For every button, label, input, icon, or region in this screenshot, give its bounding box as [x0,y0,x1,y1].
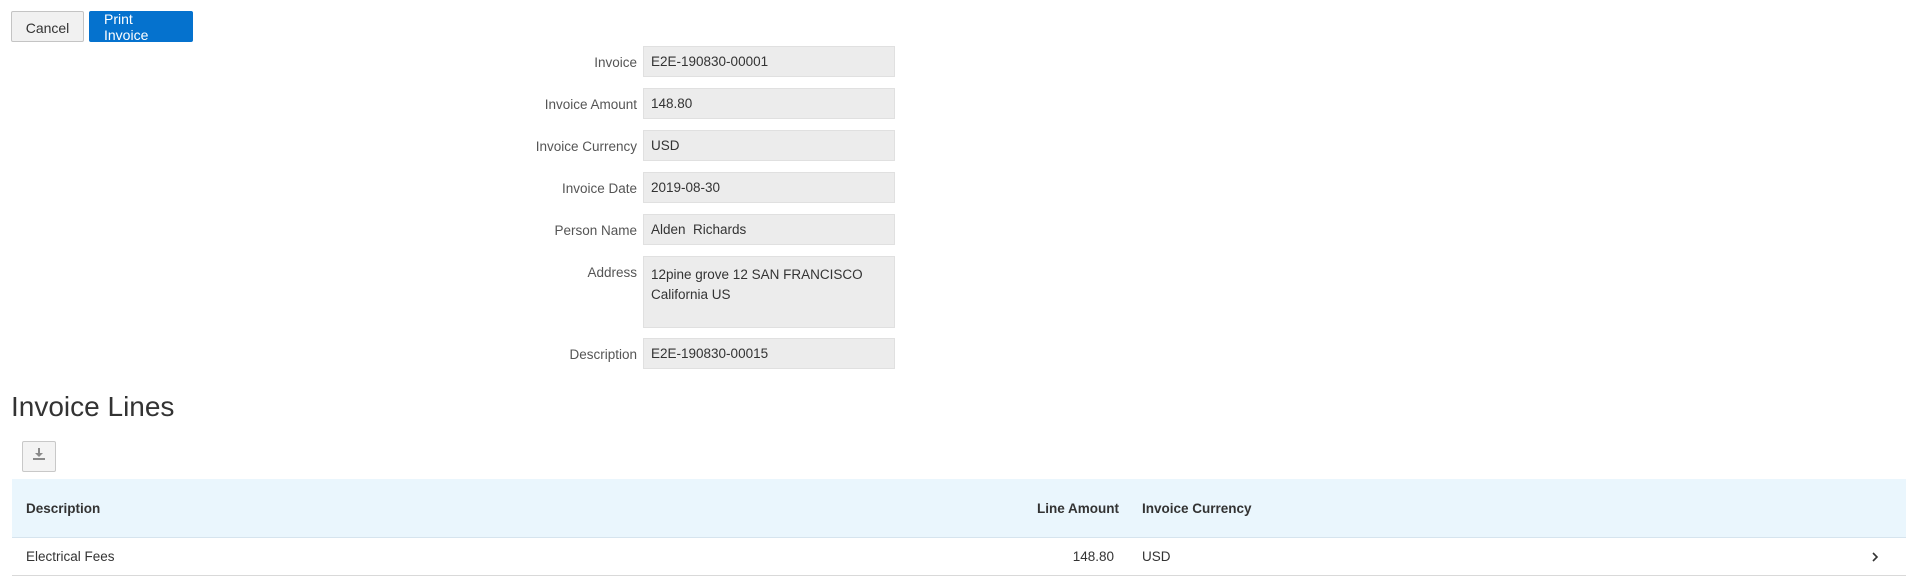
cell-description: Electrical Fees [26,549,115,564]
cancel-button[interactable]: Cancel [11,11,84,42]
chevron-right-icon[interactable] [1870,538,1880,575]
cell-line-amount: 148.80 [1072,549,1114,564]
invoice-lines-title: Invoice Lines [11,391,175,422]
invoice-date-label: Invoice Date [561,181,637,196]
print-invoice-button[interactable]: Print Invoice [89,11,193,43]
download-icon [31,446,47,467]
address-label: Address [587,265,637,280]
person-name-label: Person Name [554,223,637,238]
invoice-amount-field[interactable]: 148.80 [643,88,895,119]
address-field[interactable]: 12pine grove 12 SAN FRANCISCO California… [643,256,895,328]
invoice-currency-field[interactable]: USD [643,130,895,161]
column-header-invoice-currency[interactable]: Invoice Currency [1142,479,1252,537]
table-header: Description Line Amount Invoice Currency [12,479,1906,538]
description-field[interactable]: E2E-190830-00015 [643,338,895,369]
column-header-line-amount[interactable]: Line Amount [1037,479,1119,537]
invoice-date-field[interactable]: 2019-08-30 [643,172,895,203]
description-label: Description [569,347,637,362]
toolbar: Cancel Print Invoice [11,11,193,43]
cell-invoice-currency: USD [1142,549,1171,564]
export-button[interactable] [22,441,56,472]
person-name-field[interactable]: Alden Richards [643,214,895,245]
table-row[interactable]: Electrical Fees 148.80 USD [12,538,1906,576]
column-header-description[interactable]: Description [26,479,100,537]
invoice-amount-label: Invoice Amount [544,97,637,112]
invoice-label: Invoice [594,55,637,70]
invoice-field[interactable]: E2E-190830-00001 [643,46,895,77]
invoice-currency-label: Invoice Currency [535,139,637,154]
invoice-lines-table: Description Line Amount Invoice Currency… [12,479,1906,576]
